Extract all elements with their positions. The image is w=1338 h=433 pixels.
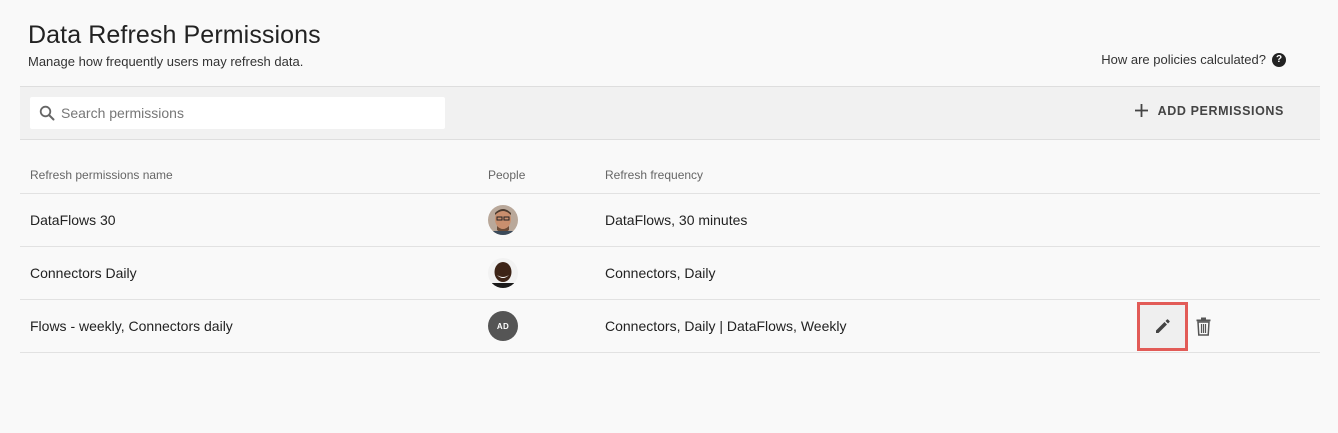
table-row[interactable]: Connectors Daily Connectors, Daily [20,247,1320,300]
row-name: DataFlows 30 [30,212,116,228]
pencil-icon [1155,319,1170,333]
help-link-label: How are policies calculated? [1101,52,1266,67]
trash-icon [1196,317,1210,336]
add-permissions-label: ADD PERMISSIONS [1157,103,1284,118]
edit-button[interactable] [1137,301,1188,351]
toolbar: ADD PERMISSIONS [20,86,1320,140]
page-title: Data Refresh Permissions [28,21,321,49]
search-input[interactable] [61,105,421,121]
help-link[interactable]: How are policies calculated? ? [1101,52,1286,67]
search-icon [39,105,55,121]
table-row[interactable]: Flows - weekly, Connectors daily AD Conn… [20,300,1320,353]
question-circle-icon: ? [1272,52,1286,67]
table-header: Refresh permissions name People Refresh … [20,156,1320,194]
column-header-people: People [488,168,526,182]
column-header-name: Refresh permissions name [30,168,173,182]
row-frequency: Connectors, Daily [605,265,716,281]
search-box[interactable] [30,97,445,129]
add-permissions-button[interactable]: ADD PERMISSIONS [1134,103,1284,118]
permissions-table: Refresh permissions name People Refresh … [20,156,1320,353]
column-header-frequency: Refresh frequency [605,168,704,182]
row-actions [1137,301,1212,351]
row-frequency: DataFlows, 30 minutes [605,212,748,228]
page-subtitle: Manage how frequently users may refresh … [28,54,304,69]
table-row[interactable]: DataFlows 30 DataFlows, 30 minutes [20,194,1320,247]
avatar [488,205,518,235]
delete-button[interactable] [1194,315,1212,337]
row-name: Connectors Daily [30,265,137,281]
avatar-initials: AD [488,311,518,341]
avatar [488,258,518,288]
row-frequency: Connectors, Daily | DataFlows, Weekly [605,318,847,334]
row-name: Flows - weekly, Connectors daily [30,318,233,334]
plus-icon [1134,104,1148,117]
